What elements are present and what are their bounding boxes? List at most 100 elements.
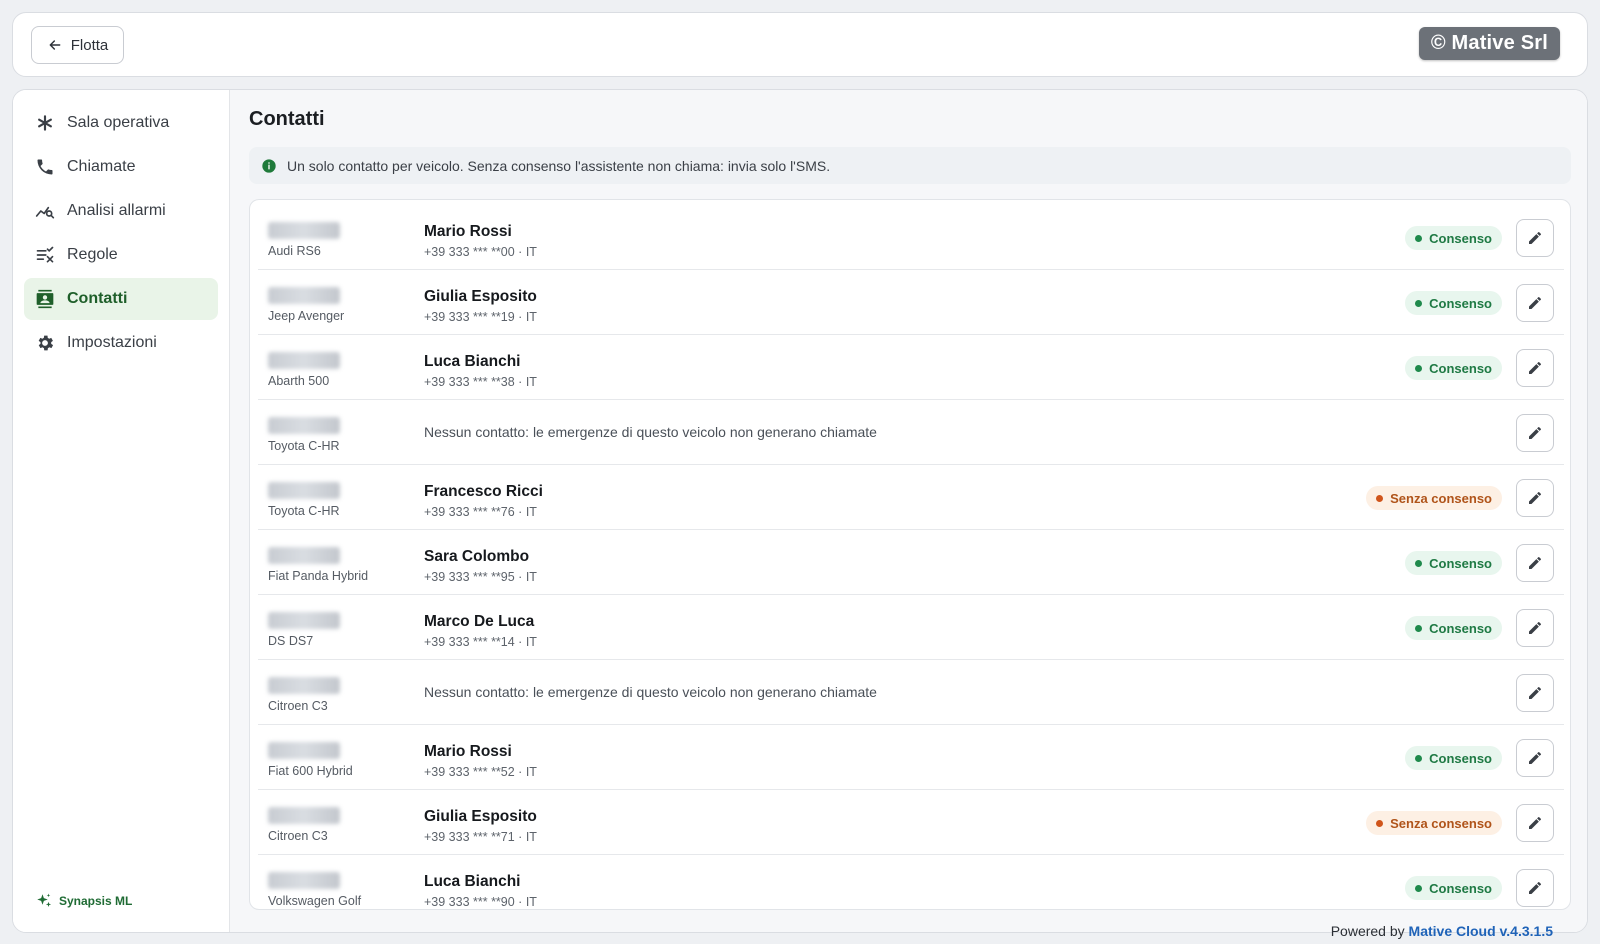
sidebar-item-label: Regole (67, 246, 118, 263)
back-to-fleet-button[interactable]: Flotta (31, 26, 124, 64)
contact-name: Marco De Luca (424, 613, 535, 630)
contact-phone: +39 333 *** **52 · IT (424, 765, 537, 779)
blurred-plate (268, 417, 340, 434)
blurred-plate (268, 547, 340, 564)
table-row: DS DS7 Marco De Luca +39 333 *** **14 · … (258, 595, 1564, 660)
rules-icon (36, 246, 54, 263)
pencil-icon (1529, 816, 1541, 829)
gear-icon (38, 335, 54, 351)
edit-contact-button[interactable] (1516, 869, 1554, 907)
sidebar-item-label: Sala operativa (67, 114, 170, 131)
edit-contact-button[interactable] (1516, 479, 1554, 517)
app-frame: Sala operativa Chiamate Analisi allarmi … (12, 89, 1588, 933)
contact-phone: +39 333 *** **00 · IT (424, 245, 537, 259)
sidebar-item-chiamate[interactable]: Chiamate (24, 146, 218, 188)
synapsis-ml-label: Synapsis ML (35, 892, 132, 910)
table-row: Volkswagen Golf Luca Bianchi +39 333 ***… (258, 855, 1564, 909)
sidebar-item-contatti[interactable]: Contatti (24, 278, 218, 320)
edit-contact-button[interactable] (1516, 739, 1554, 777)
contacts-icon (36, 289, 54, 309)
blurred-plate (268, 807, 340, 824)
product-version-link[interactable]: Mative Cloud v.4.3.1.5 (1409, 923, 1553, 939)
page-title: Contatti (249, 108, 325, 130)
pencil-icon (1529, 296, 1541, 309)
edit-contact-button[interactable] (1516, 414, 1554, 452)
pencil-icon (1529, 231, 1541, 244)
status-badge: Consenso (1405, 876, 1502, 900)
contact-name: Mario Rossi (424, 743, 512, 760)
synapsis-ml-text: Synapsis ML (59, 894, 133, 908)
contact-phone: +39 333 *** **19 · IT (424, 310, 537, 324)
edit-contact-button[interactable] (1516, 219, 1554, 257)
contact-phone: +39 333 *** **14 · IT (424, 635, 537, 649)
sidebar-item-label: Chiamate (67, 158, 136, 175)
contact-name: Giulia Esposito (424, 288, 537, 305)
edit-contact-button[interactable] (1516, 349, 1554, 387)
contact-phone: +39 333 *** **38 · IT (424, 375, 537, 389)
pencil-icon (1529, 751, 1541, 764)
status-badge: Consenso (1405, 356, 1502, 380)
info-icon (262, 158, 276, 173)
vehicle-model: DS DS7 (268, 634, 314, 648)
phone-icon (37, 159, 53, 175)
status-badge: Consenso (1405, 291, 1502, 315)
blurred-plate (268, 612, 340, 629)
vehicle-model: Jeep Avenger (268, 309, 345, 323)
pencil-icon (1529, 361, 1541, 374)
edit-contact-button[interactable] (1516, 544, 1554, 582)
edit-contact-button[interactable] (1516, 804, 1554, 842)
blurred-plate (268, 352, 340, 369)
blurred-plate (268, 872, 340, 889)
contact-name: Luca Bianchi (424, 873, 521, 890)
contact-phone: +39 333 *** **71 · IT (424, 830, 537, 844)
vehicle-model: Abarth 500 (268, 374, 330, 388)
edit-contact-button[interactable] (1516, 609, 1554, 647)
sidebar-item-analisi-allarmi[interactable]: Analisi allarmi (24, 190, 218, 232)
sidebar-item-sala-operativa[interactable]: Sala operativa (24, 102, 218, 144)
table-row: Audi RS6 Mario Rossi +39 333 *** **00 · … (258, 205, 1564, 270)
vehicle-model: Fiat Panda Hybrid (268, 569, 369, 583)
no-contact-text: Nessun contatto: le emergenze di questo … (424, 424, 877, 440)
blurred-plate (268, 222, 340, 239)
edit-contact-button[interactable] (1516, 284, 1554, 322)
vehicle-model: Toyota C-HR (268, 504, 340, 518)
info-banner: Un solo contatto per veicolo. Senza cons… (249, 147, 1571, 184)
status-badge: Senza consenso (1366, 811, 1502, 835)
contact-phone: +39 333 *** **76 · IT (424, 505, 537, 519)
table-row: Toyota C-HR Nessun contatto: le emergenz… (258, 400, 1564, 465)
vehicle-model: Citroen C3 (268, 829, 328, 843)
asterisk-icon (38, 115, 52, 131)
edit-contact-button[interactable] (1516, 674, 1554, 712)
vehicle-model: Volkswagen Golf (268, 894, 362, 908)
table-row: Fiat Panda Hybrid Sara Colombo +39 333 *… (258, 530, 1564, 595)
sidebar-item-impostazioni[interactable]: Impostazioni (24, 322, 218, 364)
status-badge: Senza consenso (1366, 486, 1502, 510)
status-badge: Consenso (1405, 551, 1502, 575)
table-row: Citroen C3 Nessun contatto: le emergenze… (258, 660, 1564, 725)
contact-name: Luca Bianchi (424, 353, 521, 370)
back-button-label: Flotta (70, 36, 109, 54)
sidebar-item-regole[interactable]: Regole (24, 234, 218, 276)
table-row: Abarth 500 Luca Bianchi +39 333 *** **38… (258, 335, 1564, 400)
brand-logo: © Mative Srl (1418, 27, 1560, 60)
pencil-icon (1529, 491, 1541, 504)
contact-name: Giulia Esposito (424, 808, 537, 825)
sidebar-item-label: Contatti (67, 290, 128, 307)
contact-name: Francesco Ricci (424, 483, 543, 500)
sidebar-item-label: Analisi allarmi (67, 202, 166, 219)
blurred-plate (268, 482, 340, 499)
vehicle-model: Toyota C-HR (268, 439, 340, 453)
sidebar: Sala operativa Chiamate Analisi allarmi … (13, 90, 230, 932)
table-row: Citroen C3 Giulia Esposito +39 333 *** *… (258, 790, 1564, 855)
pencil-icon (1529, 426, 1541, 439)
pencil-icon (1529, 686, 1541, 699)
powered-by-footer: Powered by Mative Cloud v.4.3.1.5 (1331, 923, 1553, 939)
sidebar-item-label: Impostazioni (67, 334, 157, 351)
arrow-left-icon (49, 40, 61, 50)
main-content: Contatti Un solo contatto per veicolo. S… (230, 90, 1587, 932)
chart-search-icon (35, 206, 55, 219)
top-bar: Flotta © Mative Srl (12, 12, 1588, 77)
vehicle-model: Audi RS6 (268, 244, 321, 258)
table-row: Fiat 600 Hybrid Mario Rossi +39 333 *** … (258, 725, 1564, 790)
no-contact-text: Nessun contatto: le emergenze di questo … (424, 684, 877, 700)
